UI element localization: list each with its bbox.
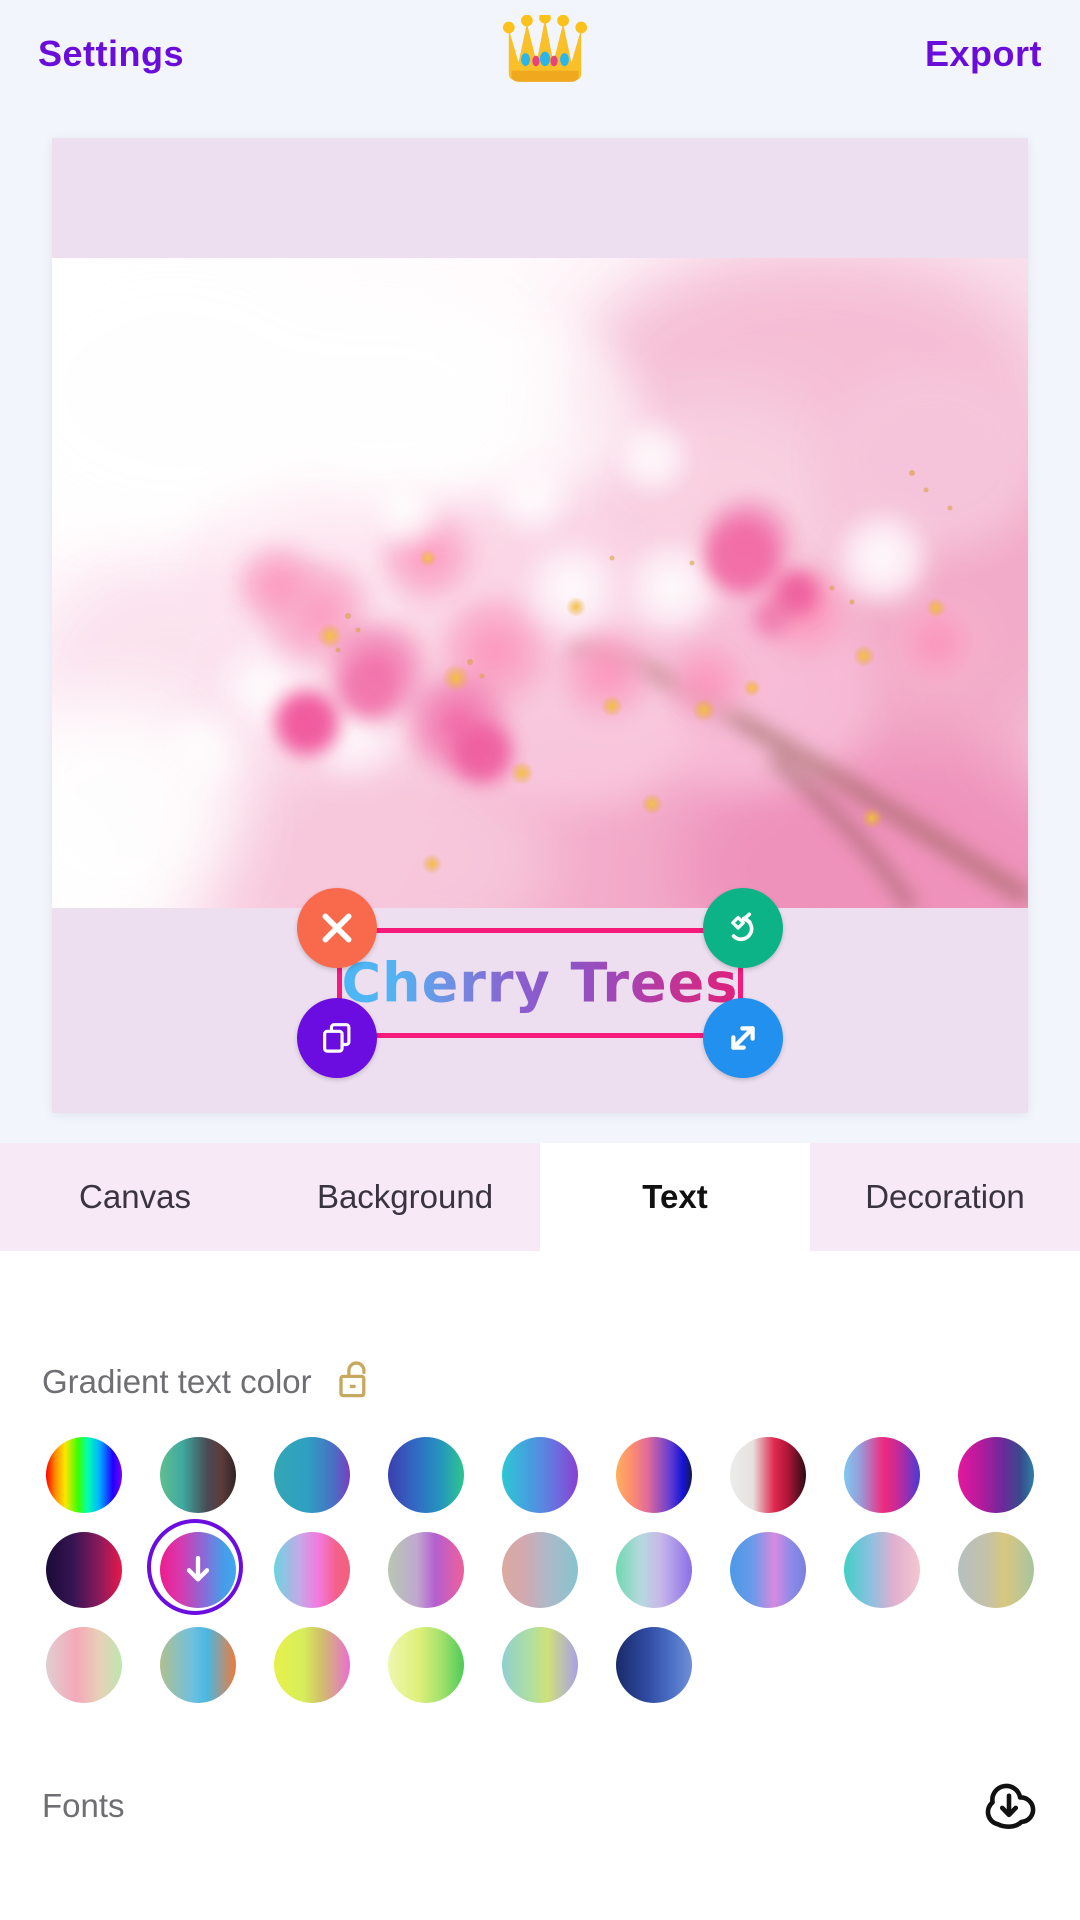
gradient-swatch-blush-to-mint[interactable]: [46, 1626, 122, 1703]
gradient-swatch-green-to-brown[interactable]: [160, 1436, 236, 1513]
top-bar: Settings Export: [0, 0, 1080, 108]
rotate-handle[interactable]: [703, 888, 783, 968]
unlock-icon-svg: [338, 1361, 366, 1398]
swatch-cell: [711, 1427, 825, 1522]
rotate-icon: [731, 912, 754, 942]
gradient-swatch-white-crimson-black[interactable]: [730, 1436, 806, 1513]
gradient-swatch-rose-to-teal[interactable]: [502, 1531, 578, 1608]
swatch-cell: [939, 1522, 1053, 1617]
fonts-row[interactable]: Fonts: [0, 1746, 1080, 1866]
tab-decoration[interactable]: Decoration: [810, 1143, 1080, 1251]
swatch-cell: [369, 1522, 483, 1617]
editor-tabs: Canvas Background Text Decoration: [0, 1143, 1080, 1251]
gradient-swatch-magenta-to-sky[interactable]: [147, 1518, 243, 1615]
gradient-text-color-header: Gradient text color: [42, 1356, 376, 1407]
fonts-label: Fonts: [42, 1787, 125, 1824]
swatch-cell: [27, 1522, 141, 1617]
download-cloud-icon-svg: [985, 1783, 1036, 1829]
gradient-swatch-cyan-to-purple[interactable]: [502, 1436, 578, 1513]
gradient-swatch-orange-to-blue[interactable]: [616, 1436, 692, 1513]
gradient-swatch-sky-pink-indigo[interactable]: [844, 1436, 920, 1513]
tab-background[interactable]: Background: [270, 1143, 540, 1251]
design-canvas[interactable]: Cherry Trees: [52, 138, 1028, 1113]
download-arrow-icon: [160, 1532, 236, 1608]
gradient-swatch-teal-to-violet[interactable]: [274, 1436, 350, 1513]
duplicate-handle[interactable]: [297, 998, 377, 1078]
settings-button[interactable]: Settings: [28, 25, 194, 83]
swatch-cell: [939, 1427, 1053, 1522]
swatch-cell: [141, 1427, 255, 1522]
gradient-swatch-navy-to-blue[interactable]: [616, 1626, 692, 1703]
swatch-cell: [825, 1522, 939, 1617]
gradient-swatch-blue-to-pinkblue[interactable]: [730, 1531, 806, 1608]
swatch-cell: [255, 1617, 369, 1712]
gradient-swatch-turquoise-to-blush[interactable]: [844, 1531, 920, 1608]
swatch-cell: [255, 1427, 369, 1522]
gradient-swatch-sage-violet-rose[interactable]: [388, 1531, 464, 1608]
close-icon: [322, 913, 352, 943]
swatch-cell: [483, 1427, 597, 1522]
section-title: Gradient text color: [42, 1362, 312, 1400]
gradient-swatch-mint-to-violet[interactable]: [616, 1531, 692, 1608]
text-options-panel: Gradient text color Fonts: [0, 1251, 1080, 1920]
gradient-swatch-grid: [27, 1427, 1053, 1712]
resize-icon: [731, 1026, 755, 1050]
gradient-swatch-magenta-to-teal[interactable]: [958, 1436, 1034, 1513]
swatch-cell: [27, 1427, 141, 1522]
crown-icon[interactable]: [495, 11, 595, 97]
gradient-swatch-cyan-pink-coral[interactable]: [274, 1531, 350, 1608]
swatch-cell: [369, 1427, 483, 1522]
copy-icon: [323, 1023, 351, 1053]
swatch-cell: [597, 1617, 711, 1712]
tab-canvas[interactable]: Canvas: [0, 1143, 270, 1251]
delete-handle[interactable]: [297, 888, 377, 968]
unlock-icon[interactable]: [334, 1356, 376, 1407]
canvas-photo[interactable]: [52, 258, 1028, 908]
swatch-cell: [825, 1427, 939, 1522]
swatch-cell: [483, 1617, 597, 1712]
download-cloud-icon[interactable]: [980, 1775, 1038, 1838]
cherry-blossom-image: [52, 258, 1028, 908]
gradient-swatch-pale-lime-to-green[interactable]: [388, 1626, 464, 1703]
canvas-text[interactable]: Cherry Trees: [337, 952, 743, 1015]
swatch-cell: [597, 1522, 711, 1617]
gradient-swatch-rainbow[interactable]: [46, 1436, 122, 1513]
tab-text[interactable]: Text: [540, 1143, 810, 1251]
canvas-stage: Cherry Trees: [0, 108, 1080, 1143]
resize-handle[interactable]: [703, 998, 783, 1078]
swatch-cell: [141, 1518, 255, 1617]
swatch-cell: [369, 1617, 483, 1712]
gradient-swatch-sage-to-gold[interactable]: [958, 1531, 1034, 1608]
swatch-cell: [711, 1522, 825, 1617]
gradient-swatch-darkviolet-to-red[interactable]: [46, 1531, 122, 1608]
swatch-cell: [483, 1522, 597, 1617]
gradient-swatch-lime-to-magenta[interactable]: [274, 1626, 350, 1703]
gradient-swatch-teal-lime-violet[interactable]: [502, 1626, 578, 1703]
crown-icon-svg: [502, 15, 587, 82]
swatch-cell: [597, 1427, 711, 1522]
gradient-swatch-indigo-to-green[interactable]: [388, 1436, 464, 1513]
swatch-cell: [27, 1617, 141, 1712]
gradient-swatch-sage-cyan-orange[interactable]: [160, 1626, 236, 1703]
swatch-cell: [141, 1617, 255, 1712]
export-button[interactable]: Export: [915, 25, 1052, 83]
text-object[interactable]: Cherry Trees: [297, 888, 783, 1078]
swatch-cell: [255, 1522, 369, 1617]
